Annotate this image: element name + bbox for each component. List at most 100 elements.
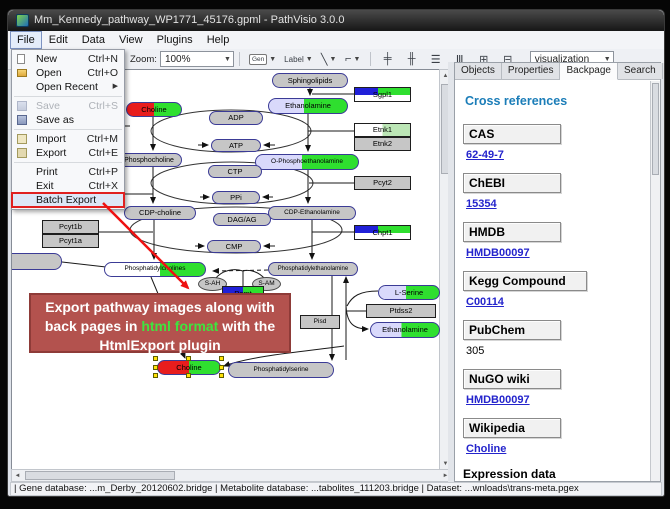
menu-view[interactable]: View [112,31,150,49]
menu-item-label: Save [36,100,60,112]
xref-link-62-49-7[interactable]: 62-49-7 [466,149,504,161]
zoom-combobox[interactable]: 100% ▼ [160,51,234,67]
node-pcyt1a[interactable]: Pcyt1a [42,234,99,248]
xref-section-cas: CAS62-49-7 [463,124,650,161]
stack-vertical-button[interactable]: ☰ [425,50,447,68]
xref-value: 15354 [466,198,650,210]
scrollbar-thumb[interactable] [25,471,175,480]
node-l-serine[interactable]: L-Serine [378,285,440,300]
xref-header: NuGO wiki [463,369,561,389]
node-phosphatidylethanolamine[interactable]: Phosphatidylethanolamine [268,262,358,276]
title-bar[interactable]: Mm_Kennedy_pathway_WP1771_45176.gpml - P… [8,10,664,31]
pathway-edge [346,303,368,329]
menu-file[interactable]: File [10,31,42,49]
file-menu-item-import[interactable]: ImportCtrl+M [12,132,124,146]
selection-handle[interactable] [186,356,191,361]
file-menu-item-export[interactable]: ExportCtrl+E [12,146,124,160]
file-menu-item-open[interactable]: OpenCtrl+O [12,66,124,80]
connector-tool-button[interactable]: ⌐ ▼ [342,50,364,68]
label-tool-button[interactable]: Label ▼ [281,50,316,68]
node-o-phosphoethanolamine[interactable]: O-Phosphoethanolamine [255,154,359,170]
menu-item-label: Save as [36,114,74,126]
node-adp[interactable]: ADP [209,111,263,125]
menu-edit[interactable]: Edit [42,31,75,49]
node-ethanolamine-top[interactable]: Ethanolamine [268,98,348,114]
xref-value: 62-49-7 [466,149,650,161]
menu-separator [14,162,122,163]
line-icon: ╲ [321,53,328,66]
line-tool-button[interactable]: ╲ ▼ [318,50,340,68]
xref-link-15354[interactable]: 15354 [466,198,497,210]
menu-item-label: Print [36,166,58,178]
selection-handle[interactable] [153,356,158,361]
node-sphingolipids[interactable]: Sphingolipids [272,73,348,88]
xref-link-hmdb00097[interactable]: HMDB00097 [466,394,530,406]
node-atp[interactable]: ATP [211,139,261,152]
node-phosphatidylserine[interactable]: Phosphatidylserine [228,362,334,378]
selection-handle[interactable] [219,356,224,361]
node-etnk2[interactable]: Etnk2 [354,137,411,151]
node-ppi[interactable]: PPi [212,191,260,204]
side-panel-tabs: ObjectsPropertiesBackpageSearchLegend [455,63,660,80]
node-sgpl1[interactable]: Sgpl1 [354,87,411,102]
node-cdp-choline[interactable]: CDP-choline [124,206,196,220]
menu-help[interactable]: Help [200,31,237,49]
selection-handle[interactable] [153,373,158,378]
backpage-content: Cross references CAS62-49-7ChEBI15354HMD… [455,80,660,486]
connector-icon: ⌐ [345,53,351,65]
menu-item-shortcut: Ctrl+N [80,53,118,65]
panel-scrollbar[interactable] [650,81,660,481]
selection-handle[interactable] [186,373,191,378]
node-etnk1[interactable]: Etnk1 [354,123,411,137]
node-chpt1[interactable]: Chpt1 [354,225,411,240]
node-cmp[interactable]: CMP [207,240,261,253]
tab-legend[interactable]: Legend [663,63,665,79]
app-icon [16,14,29,27]
selection-handle[interactable] [219,365,224,370]
file-menu-item-open-recent[interactable]: Open Recent▶ [12,80,124,94]
node-ethanolamine-bottom[interactable]: Ethanolamine [370,322,440,338]
node-pcyt1b[interactable]: Pcyt1b [42,220,99,234]
node-phosphatidylcholines[interactable]: Phosphatidylcholines [104,262,206,277]
xref-value: C00114 [466,296,650,308]
gene-tool-button[interactable]: Gen ▼ [246,50,279,68]
node-cdp-ethanolamine[interactable]: CDP-Ethanolamine [268,206,356,220]
align-center-x-button[interactable]: ╪ [377,50,399,68]
file-menu-item-new[interactable]: NewCtrl+N [12,52,124,66]
toolbar-separator [370,52,371,66]
xref-link-hmdb00097[interactable]: HMDB00097 [466,247,530,259]
selection-handle[interactable] [153,365,158,370]
tab-objects[interactable]: Objects [455,63,502,79]
tab-properties[interactable]: Properties [502,63,561,79]
node-pcyt2[interactable]: Pcyt2 [354,176,411,190]
node-phosphocholine[interactable]: Phosphocholine [116,153,182,167]
scroll-left-icon[interactable]: ◄ [12,470,23,481]
tab-backpage[interactable]: Backpage [560,63,617,80]
node-pisd[interactable]: Pisd [300,315,340,329]
align-center-y-button[interactable]: ╫ [401,50,423,68]
node-choline-top[interactable]: Choline [126,102,182,117]
selection-handle[interactable] [219,373,224,378]
menu-plugins[interactable]: Plugins [150,31,200,49]
xref-section-wikipedia: WikipediaCholine [463,418,650,455]
file-menu-item-batch-export[interactable]: Batch Export [12,193,124,207]
save-icon [17,101,27,111]
file-menu-item-save[interactable]: SaveCtrl+S [12,99,124,113]
page-icon [17,54,25,64]
file-menu-item-save-as[interactable]: Save as [12,113,124,127]
file-menu-item-print[interactable]: PrintCtrl+P [12,165,124,179]
node-ptdss2[interactable]: Ptdss2 [366,304,436,318]
canvas-horizontal-scrollbar[interactable]: ◄ ► [11,469,452,482]
node-ctp[interactable]: CTP [208,165,262,178]
xref-header: PubChem [463,320,561,340]
menu-data[interactable]: Data [75,31,112,49]
scrollbar-thumb[interactable] [652,83,659,175]
xref-link-choline[interactable]: Choline [466,443,506,455]
node-dag[interactable]: DAG/AG [213,213,271,226]
file-menu-item-exit[interactable]: ExitCtrl+X [12,179,124,193]
chevron-down-icon: ▼ [353,56,360,63]
xref-value: HMDB00097 [466,394,650,406]
xref-link-c00114[interactable]: C00114 [466,296,504,308]
node-clipped-3[interactable] [11,253,62,270]
tab-search[interactable]: Search [618,63,663,79]
